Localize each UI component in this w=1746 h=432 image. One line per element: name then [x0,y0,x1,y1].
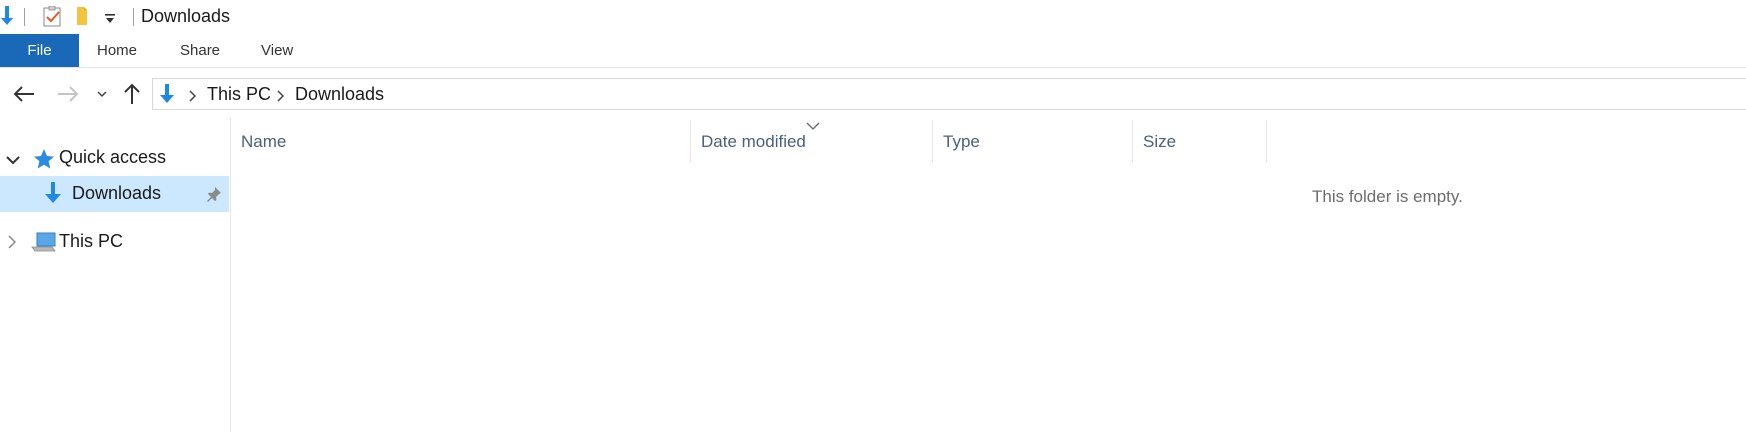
up-button[interactable] [120,76,144,112]
navigation-pane: Quick access Downloads This PC [0,118,231,432]
downloads-arrow-icon [44,182,62,209]
tab-share[interactable]: Share [180,34,220,67]
downloads-arrow-icon[interactable] [0,6,14,31]
tab-file[interactable]: File [0,34,79,67]
column-header-size-label: Size [1143,132,1177,151]
column-header-date-modified[interactable]: Date modified [691,118,932,162]
address-bar[interactable]: This PC Downloads [152,78,1746,110]
column-header-size[interactable]: Size [1133,118,1266,162]
back-arrow-icon [13,86,34,102]
window-title: Downloads [141,6,231,26]
tree-item-downloads[interactable]: Downloads [0,176,229,212]
column-header-name-label: Name [241,132,287,151]
up-arrow-icon [124,83,140,104]
customize-dropdown-icon[interactable] [104,12,116,30]
empty-folder-message: This folder is empty. [1312,187,1463,206]
title-bar: Downloads [0,0,1746,32]
file-list: Name Date modified Type Size This folder… [231,118,1746,432]
tree-label-this-pc: This PC [59,231,124,251]
chevron-right-icon[interactable] [8,235,17,254]
column-header-date-modified-label: Date modified [701,132,806,151]
breadcrumb-downloads[interactable]: Downloads [295,84,384,105]
chevron-right-icon [188,89,197,107]
column-divider[interactable] [1266,120,1267,162]
recent-locations-button[interactable] [94,76,110,112]
downloads-arrow-icon [159,84,175,109]
tab-home[interactable]: Home [97,34,137,67]
computer-icon [31,232,57,259]
tree-label-downloads: Downloads [72,183,162,203]
pin-icon[interactable] [206,186,222,207]
column-header-name[interactable]: Name [231,118,690,162]
new-folder-icon[interactable] [76,6,90,31]
back-button[interactable] [8,76,40,112]
forward-button[interactable] [52,76,84,112]
forward-arrow-icon [58,86,79,102]
qat-separator [24,8,25,26]
chevron-right-icon[interactable] [276,89,285,107]
column-header-type[interactable]: Type [933,118,1132,162]
navigation-bar: This PC Downloads [0,76,1746,112]
chevron-down-icon [97,91,107,98]
star-icon [33,148,55,175]
tree-item-this-pc[interactable]: This PC [0,224,229,260]
properties-icon[interactable] [43,5,63,33]
chevron-down-icon[interactable] [6,152,20,170]
qat-separator [133,8,134,26]
tab-view[interactable]: View [261,34,293,67]
tree-label-quick-access: Quick access [59,147,167,167]
ribbon-tabs: File Home Share View [0,34,1746,68]
column-header-type-label: Type [943,132,980,151]
tree-item-quick-access[interactable]: Quick access [0,140,229,176]
breadcrumb-this-pc[interactable]: This PC [207,84,271,105]
